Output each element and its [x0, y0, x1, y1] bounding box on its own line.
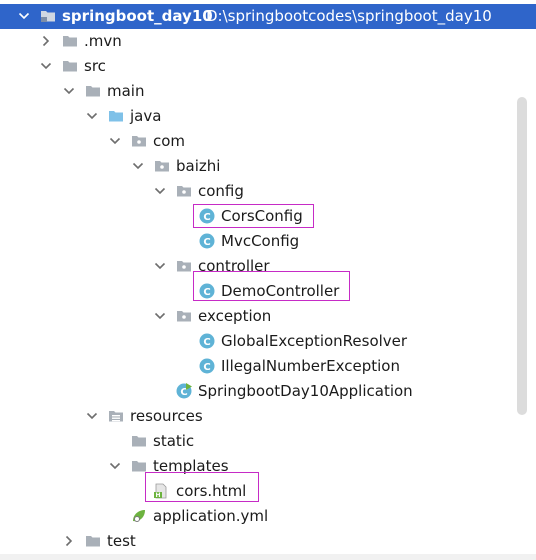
tree-label-mvc-config: MvcConfig — [221, 232, 300, 250]
chevron-down-icon[interactable] — [152, 258, 168, 274]
svg-text:C: C — [203, 237, 210, 248]
chevron-down-icon[interactable] — [84, 408, 100, 424]
chevron-down-icon[interactable] — [152, 308, 168, 324]
tree-label-cors-config: CorsConfig — [221, 207, 303, 225]
tree-row-illegal-number-exception[interactable]: C IllegalNumberException — [0, 354, 536, 379]
tree-row-templates[interactable]: templates — [0, 454, 536, 479]
tree-label-mvn: .mvn — [84, 32, 122, 50]
tree-row-test[interactable]: test — [0, 529, 536, 554]
html-file-icon: H — [153, 483, 169, 499]
tree-label-main: main — [107, 82, 145, 100]
project-name: springboot_day10 — [62, 7, 213, 25]
tree-label-com: com — [153, 132, 186, 150]
svg-text:C: C — [203, 287, 210, 298]
tree-label-test: test — [107, 532, 136, 550]
tree-row-baizhi[interactable]: baizhi — [0, 154, 536, 179]
horizontal-scrollbar-track[interactable] — [0, 554, 536, 560]
vertical-scrollbar[interactable] — [517, 97, 527, 415]
tree-label-baizhi: baizhi — [176, 157, 221, 175]
tree-row-config[interactable]: config — [0, 179, 536, 204]
class-icon: C — [199, 333, 215, 349]
tree-label-cors-html: cors.html — [176, 482, 247, 500]
tree-row-controller[interactable]: controller — [0, 254, 536, 279]
tree-row-application-class[interactable]: C SpringbootDay10Application — [0, 379, 536, 404]
class-icon: C — [199, 208, 215, 224]
class-icon: C — [199, 358, 215, 374]
tree-label-application-class: SpringbootDay10Application — [198, 382, 413, 400]
spring-boot-class-icon: C — [176, 383, 192, 399]
tree-label-resources: resources — [130, 407, 203, 425]
chevron-down-icon[interactable] — [107, 458, 123, 474]
package-icon — [176, 308, 192, 324]
tree-label-exception: exception — [198, 307, 272, 325]
package-icon — [154, 158, 170, 174]
tree-row-mvc-config[interactable]: C MvcConfig — [0, 229, 536, 254]
package-icon — [176, 258, 192, 274]
tree-label-global-exception-resolver: GlobalExceptionResolver — [221, 332, 408, 350]
tree-label-application-yml: application.yml — [153, 507, 269, 525]
chevron-down-icon[interactable] — [130, 158, 146, 174]
tree-row-resources[interactable]: resources — [0, 404, 536, 429]
tree-row-com[interactable]: com — [0, 129, 536, 154]
tree-row-cors-html[interactable]: H cors.html — [0, 472, 536, 504]
tree-label-java: java — [130, 107, 162, 125]
chevron-right-icon[interactable] — [38, 33, 54, 49]
chevron-right-icon[interactable] — [61, 533, 77, 549]
chevron-down-icon[interactable] — [38, 58, 54, 74]
class-icon: C — [199, 283, 215, 299]
tree-row-static[interactable]: static — [0, 429, 536, 454]
chevron-down-icon[interactable] — [84, 108, 100, 124]
resources-folder-icon — [108, 408, 124, 424]
package-icon — [176, 183, 192, 199]
folder-icon — [85, 83, 101, 99]
tree-label-controller: controller — [198, 257, 270, 275]
folder-icon — [131, 433, 147, 449]
svg-text:C: C — [203, 362, 210, 373]
tree-label-src: src — [84, 57, 106, 75]
source-folder-icon — [108, 108, 124, 124]
project-path: D:\springbootcodes\springboot_day10 — [206, 7, 492, 25]
yaml-file-icon — [131, 508, 147, 524]
tree-label-demo-controller: DemoController — [221, 282, 340, 300]
svg-text:C: C — [203, 337, 210, 348]
tree-row-cors-config[interactable]: C CorsConfig — [0, 204, 536, 229]
folder-icon — [62, 58, 78, 74]
class-icon: C — [199, 233, 215, 249]
folder-icon — [131, 458, 147, 474]
chevron-down-icon[interactable] — [61, 83, 77, 99]
project-folder-icon — [40, 8, 56, 24]
tree-row-project-root[interactable]: springboot_day10 D:\springbootcodes\spri… — [0, 4, 536, 29]
tree-label-templates: templates — [153, 457, 229, 475]
tree-label-static: static — [153, 432, 195, 450]
package-icon — [131, 133, 147, 149]
tree-row-main[interactable]: main — [0, 79, 536, 104]
tree-label-config: config — [198, 182, 244, 200]
tree-row-java[interactable]: java — [0, 104, 536, 129]
tree-row-src[interactable]: src — [0, 54, 536, 79]
tree-row-global-exception-resolver[interactable]: C GlobalExceptionResolver — [0, 329, 536, 354]
project-tree: springboot_day10 D:\springbootcodes\spri… — [0, 0, 536, 560]
tree-row-exception[interactable]: exception — [0, 304, 536, 329]
chevron-down-icon[interactable] — [16, 8, 32, 24]
tree-row-mvn[interactable]: .mvn — [0, 29, 536, 54]
tree-row-application-yml[interactable]: application.yml — [0, 504, 536, 529]
folder-icon — [85, 533, 101, 549]
chevron-down-icon[interactable] — [152, 183, 168, 199]
folder-icon — [62, 33, 78, 49]
tree-row-demo-controller[interactable]: C DemoController — [0, 271, 536, 304]
svg-text:H: H — [155, 492, 160, 499]
tree-label-illegal-number-exception: IllegalNumberException — [221, 357, 400, 375]
chevron-down-icon[interactable] — [107, 133, 123, 149]
svg-text:C: C — [203, 212, 210, 223]
